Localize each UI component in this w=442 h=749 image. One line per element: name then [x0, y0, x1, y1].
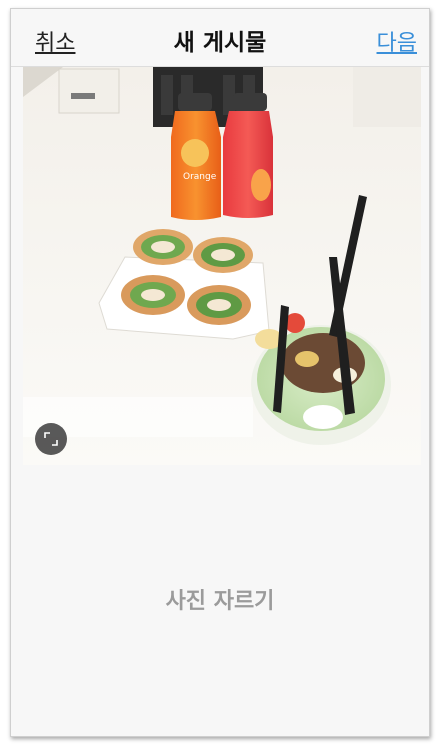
- new-post-screen: 취소 새 게시물 다음 Orange 사진 자르기: [10, 8, 430, 737]
- crop-photo-label[interactable]: 사진 자르기: [11, 583, 429, 615]
- expand-icon[interactable]: [35, 423, 67, 455]
- photo-preview[interactable]: Orange: [23, 67, 421, 465]
- top-bar: 취소 새 게시물 다음: [11, 9, 429, 67]
- next-button[interactable]: 다음: [377, 25, 417, 57]
- expand-arrows-icon: [44, 432, 58, 446]
- svg-text:Orange: Orange: [183, 172, 217, 182]
- food-photo: Orange: [23, 67, 421, 465]
- page-title: 새 게시물: [173, 30, 267, 56]
